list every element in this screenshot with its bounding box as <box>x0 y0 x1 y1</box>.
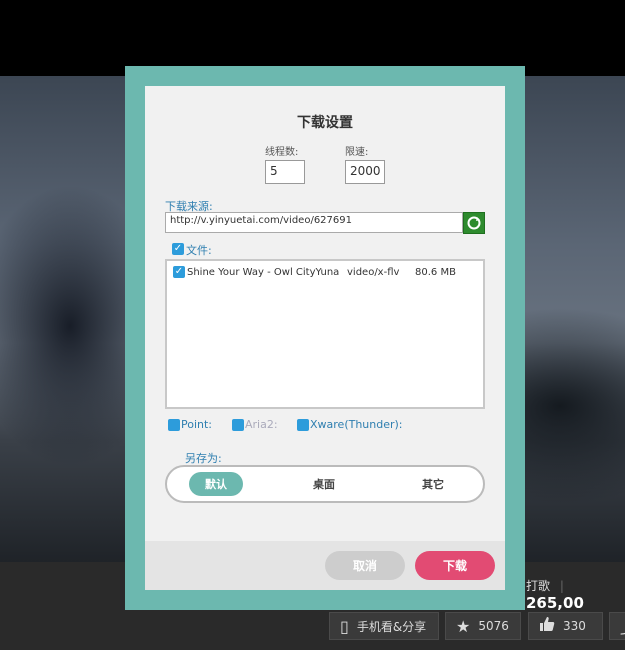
speed-limit-label: 限速: <box>345 147 369 158</box>
speed-limit-input[interactable]: 2000 <box>345 160 385 184</box>
like-button[interactable]: 330 <box>528 612 603 640</box>
favorite-count: 5076 <box>478 619 509 633</box>
files-label: 文件: <box>186 244 212 257</box>
files-checkbox[interactable]: ✓ <box>172 243 184 255</box>
saveas-desktop-option[interactable]: 桌面 <box>297 472 351 496</box>
more-button[interactable]: ⤴ <box>609 612 625 640</box>
file-checkbox[interactable]: ✓ <box>173 266 185 278</box>
file-list: ✓ Shine Your Way - Owl CityYuna video/x-… <box>165 259 485 409</box>
file-name: Shine Your Way - Owl CityYuna <box>187 266 340 278</box>
xware-label: Xware(Thunder): <box>310 418 403 431</box>
stats-label: 打歌 <box>526 579 551 593</box>
threads-label: 线程数: <box>265 147 299 158</box>
star-icon: ★ <box>456 616 471 636</box>
play-count: 265,00 <box>526 594 584 612</box>
xware-checkbox[interactable] <box>297 419 309 431</box>
saveas-label: 另存为: <box>185 452 222 465</box>
share-label: 手机看&分享 <box>356 619 427 634</box>
like-count: 330 <box>563 619 586 633</box>
source-refresh-button[interactable] <box>463 212 485 234</box>
top-black-area <box>0 0 625 76</box>
list-item[interactable]: ✓ Shine Your Way - Owl CityYuna video/x-… <box>173 266 456 278</box>
thumbs-up-icon <box>539 616 555 636</box>
saveas-default-option[interactable]: 默认 <box>189 472 243 496</box>
saveas-segmented-control: 默认 桌面 其它 <box>165 465 485 503</box>
stats-divider: | <box>559 579 564 593</box>
cancel-button[interactable]: 取消 <box>325 551 405 580</box>
download-button[interactable]: 下载 <box>415 551 495 580</box>
play-stats: 打歌 | 265,00 <box>526 577 625 612</box>
point-checkbox[interactable] <box>168 419 180 431</box>
favorite-button[interactable]: ★ 5076 <box>445 612 521 640</box>
threads-input[interactable]: 5 <box>265 160 305 184</box>
file-size: 80.6 MB <box>415 266 456 278</box>
source-url-input[interactable]: http://v.yinyuetai.com/video/627691 <box>165 212 463 233</box>
saveas-other-option[interactable]: 其它 <box>406 472 460 496</box>
more-icon: ⤴ <box>620 614 625 638</box>
point-label: Point: <box>181 418 213 431</box>
file-type: video/x-flv <box>347 266 400 278</box>
aria2-checkbox[interactable] <box>232 419 244 431</box>
refresh-icon <box>467 216 481 230</box>
download-settings-dialog: 下载设置 线程数: 5 限速: 2000 下载来源: http://v.yiny… <box>145 86 505 590</box>
dialog-title: 下载设置 <box>297 115 353 131</box>
share-button[interactable]: ▯ 手机看&分享 <box>329 612 439 640</box>
aria2-label: Aria2: <box>245 418 278 431</box>
phone-icon: ▯ <box>340 616 349 636</box>
